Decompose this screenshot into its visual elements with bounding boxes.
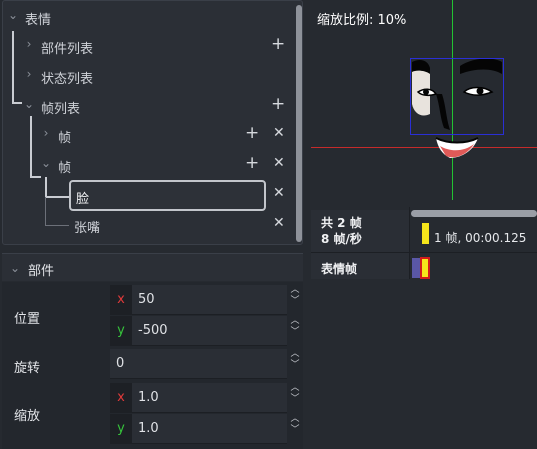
playhead-marker[interactable] (422, 223, 429, 244)
tree-item-frame-2[interactable]: ⌄ 帧 + ✕ (3, 150, 295, 180)
chevron-down-icon[interactable]: ⌄ (23, 97, 35, 111)
rotation-input[interactable]: 0 (110, 349, 287, 379)
current-frame-label: 1 帧, 00:00.125 (434, 231, 527, 245)
delete-frame-button[interactable]: ✕ (273, 125, 285, 141)
tree-item-frames[interactable]: ⌄ 帧列表 + (3, 91, 295, 121)
selection-bounding-box[interactable] (410, 58, 504, 135)
total-frames-label: 共 2 帧 (321, 216, 362, 230)
chevron-right-icon[interactable]: › (23, 67, 35, 81)
tree-item-label: 张嘴 (74, 221, 101, 236)
delete-frame-button[interactable]: ✕ (273, 155, 285, 171)
tree-item-label: 部件列表 (41, 42, 94, 57)
expression-frame-track[interactable] (409, 252, 537, 279)
rotation-label: 旋转 (14, 361, 41, 376)
preview-canvas[interactable]: 缩放比例: 10% (311, 0, 537, 207)
tree-item-frame-1[interactable]: › 帧 + ✕ (3, 120, 295, 150)
track-label: 表情帧 (311, 252, 409, 279)
tree-item-label: 帧 (58, 161, 72, 176)
position-x-stepper[interactable]: ︿ ﹀ (288, 285, 302, 315)
scale-label: 缩放 (14, 409, 41, 424)
scale-x-input[interactable]: 1.0 (132, 383, 287, 413)
scale-x-axis-label: x (110, 383, 132, 413)
zoom-level-label: 缩放比例: 10% (317, 13, 407, 28)
tree-item-expression[interactable]: ⌄ 表情 (3, 2, 295, 32)
timeline-info: 共 2 帧 8 帧/秒 (311, 210, 409, 252)
chevron-right-icon[interactable]: › (40, 126, 52, 140)
position-y-input[interactable]: -500 (132, 316, 287, 346)
position-x-input[interactable]: 50 (132, 285, 287, 315)
properties-header[interactable]: ⌄ 部件 (2, 253, 303, 281)
tree-item-label: 状态列表 (41, 72, 94, 87)
chevron-up-icon[interactable]: ︿ (288, 349, 302, 360)
chevron-up-icon[interactable]: ︿ (288, 316, 302, 327)
chevron-up-icon[interactable]: ︿ (288, 383, 302, 394)
tree-item-components[interactable]: › 部件列表 + (3, 31, 295, 61)
chevron-down-icon[interactable]: ﹀ (288, 394, 302, 405)
properties-panel: 位置 x 50 ︿ ﹀ y -500 ︿ ﹀ 旋转 0 ︿ ﹀ 缩放 x 1.0 ︿ ﹀… (2, 282, 303, 449)
fps-label: 8 帧/秒 (321, 232, 362, 246)
add-frame-button[interactable]: + (271, 94, 285, 114)
tree-item-states[interactable]: › 状态列表 (3, 61, 295, 91)
chevron-down-icon[interactable]: ⌄ (40, 156, 52, 170)
chevron-up-icon[interactable]: ︿ (288, 414, 302, 425)
position-x-axis-label: x (110, 285, 132, 315)
tree-item-label: 帧列表 (41, 102, 81, 117)
selected-keyframe[interactable] (420, 257, 430, 279)
layer-tree-panel: ⌄ 表情 › 部件列表 + › 状态列表 ⌄ 帧列表 + › 帧 + ✕ ⌄ 帧… (2, 0, 303, 245)
chevron-down-icon[interactable]: ﹀ (288, 360, 302, 371)
chevron-up-icon[interactable]: ︿ (288, 285, 302, 296)
timeline-scrollbar[interactable] (411, 210, 537, 217)
delete-layer-button[interactable]: ✕ (273, 215, 285, 231)
tree-item-label: 表情 (25, 13, 52, 28)
position-y-stepper[interactable]: ︿ ﹀ (288, 316, 302, 346)
properties-title: 部件 (28, 264, 55, 279)
tree-item-label: 帧 (58, 131, 72, 146)
chevron-down-icon[interactable]: ﹀ (288, 425, 302, 436)
scale-y-input[interactable]: 1.0 (132, 414, 287, 444)
tree-scrollbar[interactable] (296, 5, 302, 242)
scale-x-stepper[interactable]: ︿ ﹀ (288, 383, 302, 413)
tree-item-face-actions: ✕ (3, 180, 295, 210)
add-layer-button[interactable]: + (245, 153, 259, 173)
timeline-panel: 共 2 帧 8 帧/秒 表情帧 1 帧, 00:00.125 (311, 207, 537, 279)
chevron-down-icon[interactable]: ﹀ (288, 296, 302, 307)
position-label: 位置 (14, 312, 41, 327)
chevron-right-icon[interactable]: › (23, 37, 35, 51)
scale-y-axis-label: y (110, 414, 132, 444)
chevron-down-icon[interactable]: ⌄ (7, 8, 19, 22)
add-layer-button[interactable]: + (245, 123, 259, 143)
scale-y-stepper[interactable]: ︿ ﹀ (288, 414, 302, 444)
tree-item-open-mouth[interactable]: 张嘴 ✕ (3, 210, 295, 240)
position-y-axis-label: y (110, 316, 132, 346)
rotation-stepper[interactable]: ︿ ﹀ (288, 349, 302, 379)
chevron-down-icon[interactable]: ﹀ (288, 327, 302, 338)
delete-layer-button[interactable]: ✕ (273, 185, 285, 201)
chevron-down-icon[interactable]: ⌄ (10, 261, 20, 275)
add-component-button[interactable]: + (271, 34, 285, 54)
